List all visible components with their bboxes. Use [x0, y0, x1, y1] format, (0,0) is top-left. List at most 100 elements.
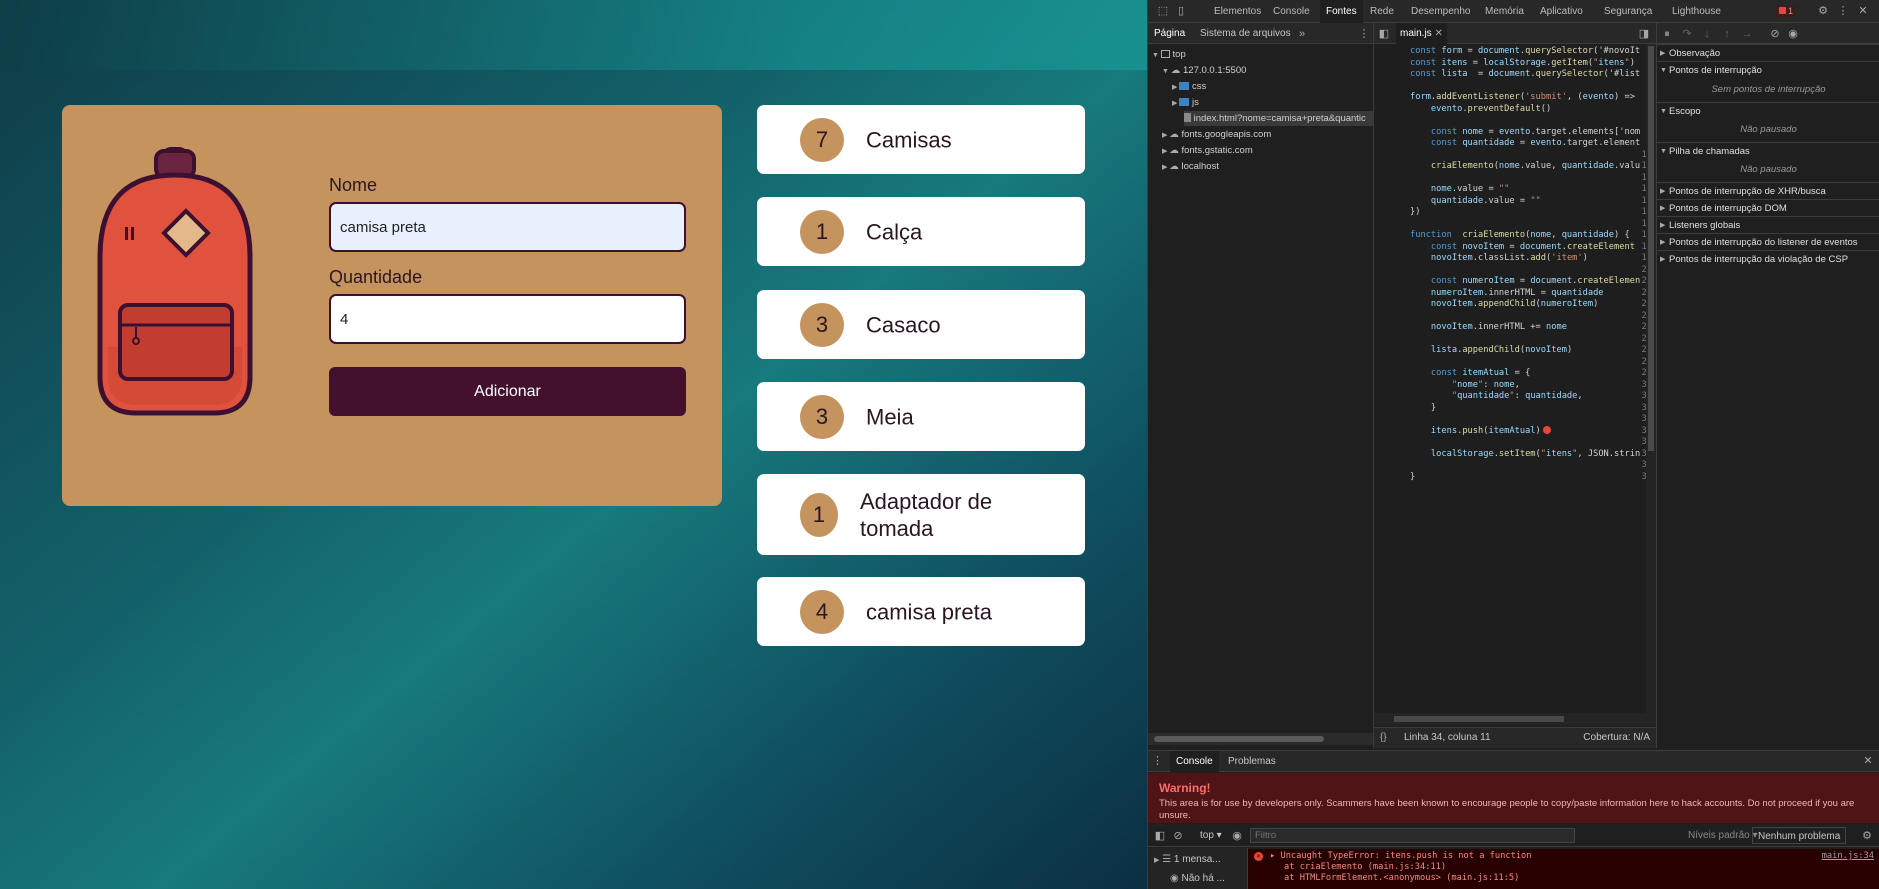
drawer-tab-console[interactable]: Console	[1170, 751, 1219, 772]
error-message[interactable]: ▸ Uncaught TypeError: itens.push is not …	[1270, 851, 1532, 861]
code-line[interactable]: form.addEventListener('submit', (evento)…	[1410, 92, 1635, 104]
code-line[interactable]: }	[1410, 403, 1436, 415]
add-button[interactable]: Adicionar	[329, 367, 686, 416]
tab-seguranca[interactable]: Segurança	[1604, 0, 1652, 23]
code-line[interactable]: evento.preventDefault()	[1410, 104, 1551, 116]
tab-rede[interactable]: Rede	[1370, 0, 1394, 23]
console-sidebar-icon[interactable]: ◧	[1154, 829, 1166, 843]
pretty-print-icon[interactable]: {}	[1380, 728, 1387, 748]
close-drawer-icon[interactable]: ✕	[1862, 754, 1874, 768]
drawer-tab-problemas[interactable]: Problemas	[1228, 751, 1276, 772]
code-line[interactable]: novoItem.classList.add('item')	[1410, 253, 1588, 265]
section-global-listeners[interactable]: ▶ Listeners globais	[1657, 216, 1879, 233]
toggle-navigator-icon[interactable]: ◧	[1378, 27, 1390, 41]
code-line[interactable]: quantidade.value = ""	[1410, 196, 1541, 208]
toggle-debugger-icon[interactable]: ◨	[1638, 27, 1650, 41]
tab-sistema-arquivos[interactable]: Sistema de arquivos	[1200, 23, 1291, 44]
code-line[interactable]: "nome": nome,	[1410, 380, 1520, 392]
navigator-menu-icon[interactable]: ⋮	[1358, 27, 1370, 41]
code-line[interactable]: const quantidade = evento.target.element	[1410, 138, 1640, 150]
section-dom-breakpoints[interactable]: ▶ Pontos de interrupção DOM	[1657, 199, 1879, 216]
step-over-icon[interactable]: ↷	[1681, 27, 1693, 41]
tab-pagina[interactable]: Página	[1154, 23, 1185, 44]
live-expression-icon[interactable]: ◉	[1230, 829, 1244, 843]
code-line[interactable]: const lista = document.querySelector('#l…	[1410, 69, 1640, 81]
tree-item[interactable]: ▶ js	[1172, 95, 1199, 110]
drawer-menu-icon[interactable]: ⋮	[1152, 754, 1163, 768]
code-line[interactable]: localStorage.setItem("itens", JSON.strin	[1410, 449, 1640, 461]
code-line[interactable]: const form = document.querySelector('#no…	[1410, 46, 1640, 58]
code-line[interactable]: itens.push(itemAtual)	[1410, 425, 1551, 438]
tab-aplicativo[interactable]: Aplicativo	[1540, 0, 1583, 23]
tree-item[interactable]: ▼ top	[1152, 47, 1186, 62]
editor-vscrollbar[interactable]	[1646, 44, 1656, 713]
pause-icon[interactable]: ⏸	[1661, 27, 1673, 41]
error-count-badge[interactable]: 1	[1776, 5, 1797, 18]
inspect-icon[interactable]: ⬚	[1156, 4, 1170, 18]
code-line[interactable]: const numeroItem = document.createElemen	[1410, 276, 1640, 288]
tab-desempenho[interactable]: Desempenho	[1411, 0, 1470, 23]
tab-fontes[interactable]: Fontes	[1320, 0, 1363, 23]
stack-frame[interactable]: at HTMLFormElement.<anonymous> (main.js:…	[1284, 873, 1519, 883]
code-line[interactable]: "quantidade": quantidade,	[1410, 391, 1583, 403]
file-tab[interactable]: main.js ✕	[1396, 23, 1447, 44]
source-link[interactable]: main.js:34	[1822, 851, 1874, 861]
code-line[interactable]: const nome = evento.target.elements['nom	[1410, 127, 1640, 139]
clear-console-icon[interactable]: ⊘	[1172, 829, 1184, 843]
code-line[interactable]: })	[1410, 207, 1420, 219]
code-line[interactable]: criaElemento(nome.value, quantidade.valu	[1410, 161, 1640, 173]
section-csp-breakpoints[interactable]: ▶ Pontos de interrupção da violação de CS…	[1657, 250, 1879, 267]
console-settings-icon[interactable]: ⚙	[1860, 829, 1874, 843]
section-escopo[interactable]: ▼ Escopo	[1657, 102, 1879, 119]
tab-elementos[interactable]: Elementos	[1214, 0, 1261, 23]
tab-lighthouse[interactable]: Lighthouse	[1672, 0, 1721, 23]
code-line[interactable]: novoItem.appendChild(numeroItem)	[1410, 299, 1598, 311]
tree-item[interactable]: ▶ ☁ fonts.googleapis.com	[1162, 127, 1271, 142]
section-observacao[interactable]: ▶ Observação	[1657, 44, 1879, 61]
section-call-stack[interactable]: ▼ Pilha de chamadas	[1657, 142, 1879, 159]
quantity-input[interactable]	[329, 294, 686, 344]
log-levels-dropdown[interactable]: Níveis padrão ▾	[1688, 830, 1758, 841]
tree-item-selected[interactable]: index.html?nome=camisa+preta&quantic	[1184, 111, 1373, 126]
tab-memoria[interactable]: Memória	[1485, 0, 1524, 23]
tree-item[interactable]: ▶ ☁ fonts.gstatic.com	[1162, 143, 1253, 158]
section-event-listener-breakpoints[interactable]: ▶ Pontos de interrupção do listener de ev…	[1657, 233, 1879, 250]
code-line[interactable]: nome.value = ""	[1410, 184, 1509, 196]
device-toolbar-icon[interactable]: ▯	[1174, 4, 1188, 18]
section-breakpoints[interactable]: ▼ Pontos de interrupção	[1657, 61, 1879, 78]
navigator-scrollbar[interactable]	[1148, 733, 1373, 745]
user-messages-filter[interactable]: ◉ Não há ...	[1170, 873, 1225, 884]
step-icon[interactable]: →	[1741, 27, 1753, 41]
code-line[interactable]: function criaElemento(nome, quantidade) …	[1410, 230, 1630, 242]
settings-icon[interactable]: ⚙	[1816, 4, 1830, 18]
tree-item[interactable]: ▼ ☁ 127.0.0.1:5500	[1162, 63, 1246, 78]
code-editor[interactable]: 1const form = document.querySelector('#n…	[1374, 44, 1656, 713]
close-tab-icon[interactable]: ✕	[1434, 28, 1442, 39]
console-sidebar: ▶ ☰ 1 mensa... ◉ Não há ...	[1148, 848, 1248, 889]
step-out-icon[interactable]: ↑	[1721, 27, 1733, 41]
code-line[interactable]: lista.appendChild(novoItem)	[1410, 345, 1572, 357]
code-line[interactable]: }	[1410, 472, 1415, 484]
messages-filter[interactable]: ▶ ☰ 1 mensa...	[1154, 854, 1221, 865]
section-xhr-breakpoints[interactable]: ▶ Pontos de interrupção de XHR/busca	[1657, 182, 1879, 199]
name-input[interactable]	[329, 202, 686, 252]
code-line[interactable]: numeroItem.innerHTML = quantidade	[1410, 288, 1604, 300]
editor-hscrollbar[interactable]	[1374, 713, 1656, 725]
tab-console[interactable]: Console	[1273, 0, 1310, 23]
tree-item[interactable]: ▶ ☁ localhost	[1162, 159, 1219, 174]
context-selector[interactable]: top ▾	[1200, 830, 1222, 841]
code-line[interactable]: const novoItem = document.createElement	[1410, 242, 1635, 254]
deactivate-breakpoints-icon[interactable]: ⊘	[1769, 27, 1781, 41]
step-into-icon[interactable]: ↓	[1701, 27, 1713, 41]
code-line[interactable]: const itemAtual = {	[1410, 368, 1530, 380]
pause-on-exceptions-icon[interactable]: ◉	[1787, 27, 1799, 41]
more-options-icon[interactable]: ⋮	[1836, 4, 1850, 18]
code-line[interactable]: const itens = localStorage.getItem("iten…	[1410, 58, 1635, 70]
console-filter-input[interactable]	[1250, 828, 1575, 843]
close-icon[interactable]: ✕	[1856, 4, 1870, 18]
issues-button[interactable]: Nenhum problema	[1752, 827, 1847, 844]
tree-item[interactable]: ▶ css	[1172, 79, 1206, 94]
stack-frame[interactable]: at criaElemento (main.js:34:11)	[1284, 862, 1446, 872]
code-line[interactable]: novoItem.innerHTML += nome	[1410, 322, 1567, 334]
more-tabs-icon[interactable]: »	[1296, 27, 1308, 41]
